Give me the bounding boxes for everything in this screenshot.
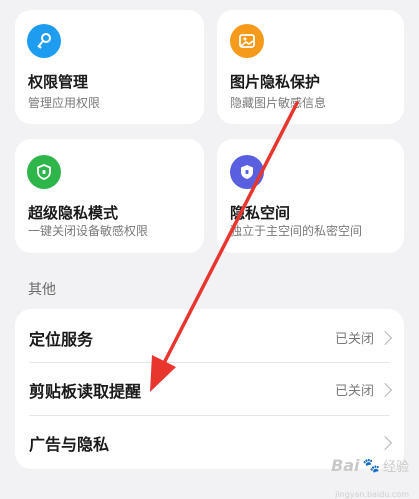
tile-subtitle: 一键关闭设备敏感权限 — [28, 224, 149, 238]
tile-subtitle: 管理应用权限 — [28, 96, 101, 110]
image-icon — [230, 24, 264, 58]
tile-super-privacy-mode[interactable]: 超级隐私模式 一键关闭设备敏感权限 — [15, 139, 204, 253]
list-item-label: 定位服务 — [29, 329, 94, 349]
list-item-label: 剪贴板读取提醒 — [29, 381, 142, 401]
tile-private-space[interactable]: 隐私空间 独立于主空间的私密空间 — [217, 139, 404, 253]
tile-title: 权限管理 — [28, 73, 89, 91]
tile-title: 图片隐私保护 — [230, 73, 321, 91]
list-item-location-service[interactable]: 定位服务 已关闭 — [15, 311, 404, 364]
other-settings-list: 定位服务 已关闭 剪贴板读取提醒 已关闭 广告与隐私 — [15, 309, 404, 469]
watermark-logo: Bai — [331, 456, 360, 475]
private-space-icon — [230, 155, 264, 189]
chevron-right-icon — [377, 330, 393, 345]
baidu-watermark: Bai 🐾 经验 — [331, 456, 409, 475]
tile-subtitle: 独立于主空间的私密空间 — [230, 224, 363, 238]
watermark-text: 经验 — [382, 460, 409, 475]
chevron-right-icon — [377, 435, 393, 450]
tile-permission-management[interactable]: 权限管理 管理应用权限 — [15, 10, 204, 124]
list-item-status: 已关闭 — [334, 332, 374, 347]
tile-image-privacy[interactable]: 图片隐私保护 隐藏图片敏感信息 — [217, 10, 404, 124]
shield-icon — [27, 155, 61, 189]
section-label-other: 其他 — [28, 282, 56, 298]
list-item-clipboard-reminder[interactable]: 剪贴板读取提醒 已关闭 — [15, 363, 404, 416]
chevron-right-icon — [377, 382, 393, 397]
tile-title: 隐私空间 — [230, 204, 291, 222]
list-item-label: 广告与隐私 — [29, 434, 110, 454]
list-item-status: 已关闭 — [334, 384, 374, 399]
paw-icon: 🐾 — [362, 457, 380, 474]
tile-title: 超级隐私模式 — [28, 204, 119, 222]
tile-subtitle: 隐藏图片敏感信息 — [230, 96, 327, 110]
watermark-url: jingyan.baidu.com — [335, 490, 409, 499]
key-icon — [27, 24, 61, 58]
